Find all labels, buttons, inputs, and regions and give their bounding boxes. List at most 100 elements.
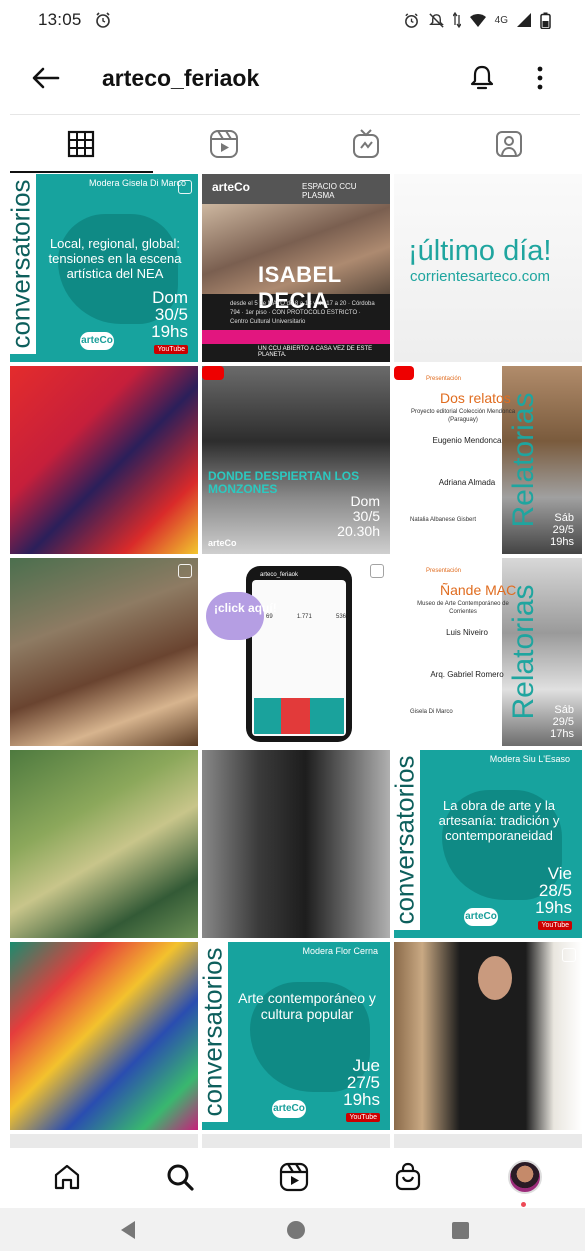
grid-icon bbox=[68, 130, 95, 157]
notifications-button[interactable] bbox=[462, 58, 502, 98]
nav-shop[interactable] bbox=[386, 1155, 430, 1199]
vertical-banner: conversatorios bbox=[394, 750, 420, 930]
status-bar: 13:05 4G bbox=[0, 0, 585, 40]
circle-home-icon bbox=[287, 1221, 305, 1239]
space-label: ESPACIO CCU PLASMA bbox=[302, 182, 357, 200]
presenter-name: Gisela Di Marco bbox=[410, 709, 453, 715]
post-date: Dom 30/5 19hs bbox=[151, 288, 188, 341]
speaker-face bbox=[478, 956, 512, 1000]
website-label: corrientesarteco.com bbox=[410, 268, 551, 285]
post-tile[interactable]: conversatorios Modera Gisela Di Marco Lo… bbox=[10, 174, 198, 362]
shop-bag-icon bbox=[395, 1162, 421, 1191]
nav-profile[interactable] bbox=[503, 1155, 547, 1199]
bell-icon bbox=[470, 65, 494, 90]
post-tile[interactable]: arteCo ESPACIO CCU PLASMA ISABEL DECIA d… bbox=[202, 174, 390, 362]
post-tile[interactable] bbox=[10, 558, 198, 746]
wifi-icon bbox=[469, 14, 486, 27]
tab-tagged[interactable] bbox=[438, 115, 581, 172]
data-arrows-icon bbox=[452, 12, 461, 28]
back-arrow-icon bbox=[32, 67, 60, 89]
nav-home[interactable] bbox=[45, 1155, 89, 1199]
post-tile[interactable]: Relatorias Presentación Ñande MAC Museo … bbox=[394, 558, 582, 746]
post-tile[interactable]: arteco_feriaok 69 1.771 536 ¡click aquí! bbox=[202, 558, 390, 746]
youtube-badge: YouTube bbox=[154, 345, 188, 354]
click-here-label: ¡click aquí! bbox=[214, 601, 277, 615]
tab-igtv[interactable] bbox=[295, 115, 438, 172]
arteco-logo: arteCo bbox=[80, 332, 114, 350]
post-tile[interactable] bbox=[10, 942, 198, 1130]
kebab-menu-icon bbox=[537, 66, 543, 90]
youtube-play-icon bbox=[202, 366, 224, 380]
speaker-name: Luis Niveiro bbox=[446, 628, 488, 637]
arteco-logo: arteCo bbox=[212, 180, 251, 194]
moderator-label: Modera Gisela Di Marco bbox=[88, 178, 186, 188]
presenter-name: Natalia Albanese Gisbert bbox=[410, 517, 477, 523]
bottom-navigation bbox=[0, 1148, 585, 1206]
post-tile[interactable] bbox=[394, 942, 582, 1130]
status-time: 13:05 bbox=[38, 10, 82, 29]
profile-header: arteco_feriaok bbox=[0, 48, 585, 108]
arteco-logo: arteCo bbox=[208, 538, 237, 548]
tab-reels[interactable] bbox=[153, 115, 296, 172]
system-back-button[interactable] bbox=[108, 1210, 148, 1250]
vertical-banner: Relatorias bbox=[506, 366, 542, 554]
speaker-name: Adriana Almada bbox=[438, 478, 496, 487]
post-tile[interactable] bbox=[10, 750, 198, 938]
youtube-badge: YouTube bbox=[538, 921, 572, 930]
post-tile[interactable]: ¡último día! corrientesarteco.com bbox=[394, 174, 582, 362]
post-headline: La obra de arte y la artesanía: tradició… bbox=[438, 798, 560, 843]
more-options-button[interactable] bbox=[524, 58, 556, 98]
home-icon bbox=[54, 1164, 80, 1190]
tab-posts-grid[interactable] bbox=[10, 115, 153, 173]
profile-tab-bar bbox=[10, 114, 581, 173]
system-navigation-bar bbox=[0, 1208, 585, 1251]
triangle-back-icon bbox=[121, 1221, 135, 1239]
vertical-banner: conversatorios bbox=[202, 942, 228, 1122]
arteco-logo: arteCo bbox=[272, 1100, 306, 1118]
post-tile[interactable]: DONDE DESPIERTAN LOS MONZONES Dom 30/5 2… bbox=[202, 366, 390, 554]
mockup-username: arteco_feriaok bbox=[260, 572, 299, 578]
post-tile[interactable] bbox=[202, 750, 390, 938]
avatar bbox=[508, 1160, 542, 1194]
post-tile[interactable]: Relatorias Presentación Dos relatos Proy… bbox=[394, 366, 582, 554]
reels-icon bbox=[279, 1162, 309, 1192]
post-headline: Ñande MAC bbox=[440, 582, 517, 598]
post-tile[interactable]: conversatorios Modera Flor Cerna Arte co… bbox=[202, 942, 390, 1130]
presentation-label: Presentación bbox=[426, 568, 462, 574]
system-home-button[interactable] bbox=[276, 1210, 316, 1250]
post-date: Vie 28/5 19hs bbox=[535, 864, 572, 917]
back-button[interactable] bbox=[26, 58, 66, 98]
mute-icon bbox=[428, 12, 444, 28]
reels-icon bbox=[209, 129, 238, 158]
mockup-stats: 69 1.771 536 bbox=[266, 614, 346, 620]
speaker-name: Arq. Gabriel Romero bbox=[430, 670, 504, 679]
igtv-icon bbox=[353, 128, 380, 158]
alarm-icon bbox=[95, 12, 110, 28]
last-day-title: ¡último día! bbox=[408, 235, 552, 267]
post-headline: Arte contemporáneo y cultura popular bbox=[238, 990, 376, 1022]
mockup-thumbnails bbox=[254, 698, 344, 734]
vertical-label: conversatorios bbox=[394, 755, 420, 925]
post-tile[interactable] bbox=[10, 366, 198, 554]
square-recents-icon bbox=[451, 1221, 469, 1239]
nav-reels[interactable] bbox=[272, 1155, 316, 1199]
youtube-badge: YouTube bbox=[346, 1113, 380, 1122]
system-recents-button[interactable] bbox=[440, 1210, 480, 1250]
network-type-label: 4G bbox=[494, 14, 508, 26]
post-date: Sáb 29/5 17hs bbox=[550, 704, 574, 740]
nav-search[interactable] bbox=[158, 1155, 202, 1199]
battery-icon bbox=[540, 12, 551, 29]
stat-value: 1.771 bbox=[296, 614, 312, 620]
pink-bar bbox=[202, 330, 390, 344]
notification-dot bbox=[521, 1202, 526, 1207]
vertical-label: conversatorios bbox=[10, 179, 36, 349]
post-headline: Dos relatos bbox=[440, 390, 511, 406]
post-date: Jue 27/5 19hs bbox=[343, 1056, 380, 1109]
carousel-icon bbox=[562, 948, 576, 962]
exhibition-info: desde el 5 de MAYO de 8 a 13 y de 17 a 2… bbox=[230, 301, 375, 325]
profile-username: arteco_feriaok bbox=[102, 64, 260, 91]
footer-text: UN CCU ABIERTO A CASA VEZ DE ESTE PLANET… bbox=[258, 346, 373, 358]
post-date: Sáb 29/5 19hs bbox=[550, 512, 574, 548]
carousel-icon bbox=[178, 564, 192, 578]
post-tile[interactable]: conversatorios Modera Siu L'Esaso La obr… bbox=[394, 750, 582, 938]
